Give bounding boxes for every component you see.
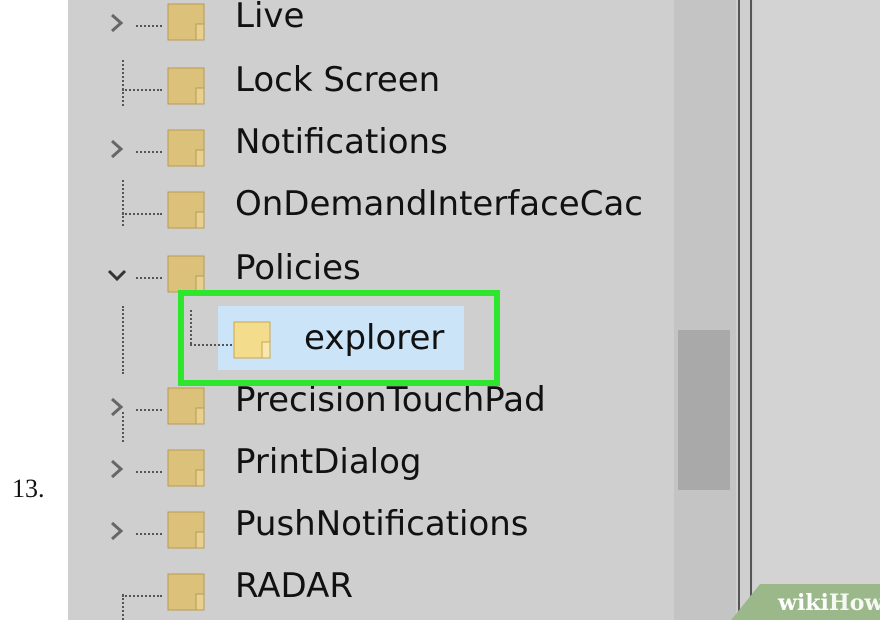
- chevron-right-icon[interactable]: [104, 518, 130, 544]
- tree-connector-line: [136, 277, 162, 279]
- tree-connector-line: [136, 25, 162, 27]
- tree-item-notifications[interactable]: Notifications: [68, 118, 678, 180]
- tree-connector-line: [122, 213, 162, 215]
- tree-item-live[interactable]: Live: [68, 0, 678, 54]
- folder-icon: [167, 573, 205, 611]
- tree-item-label: RADAR: [235, 566, 353, 606]
- pane-splitter[interactable]: [738, 0, 740, 620]
- step-number: 13.: [12, 474, 45, 503]
- tree-connector-line: [122, 89, 162, 91]
- values-pane: [754, 0, 880, 620]
- tree-item-pushnotifications[interactable]: PushNotifications: [68, 500, 678, 562]
- registry-tree-panel: Live Lock Screen Notifications OnDemandI…: [68, 0, 880, 620]
- folder-icon: [167, 67, 205, 105]
- highlight-box: [178, 290, 500, 386]
- tree-item-label: Notifications: [235, 122, 448, 162]
- tree-connector-line: [122, 595, 162, 597]
- tree-item-radar[interactable]: RADAR: [68, 562, 678, 620]
- tree-item-label: PrecisionTouchPad: [235, 380, 546, 420]
- tree-item-lock-screen[interactable]: Lock Screen: [68, 56, 678, 118]
- pane-splitter-edge: [750, 0, 752, 620]
- chevron-down-icon[interactable]: [104, 262, 130, 288]
- watermark-logo: wikiHow: [778, 590, 880, 616]
- chevron-right-icon[interactable]: [104, 456, 130, 482]
- tree-item-label: OnDemandInterfaceCac: [235, 184, 643, 224]
- tree-connector-line: [136, 471, 162, 473]
- folder-icon: [167, 191, 205, 229]
- tree-item-label: Policies: [235, 248, 361, 288]
- folder-icon: [167, 255, 205, 293]
- tree-connector-line: [136, 409, 162, 411]
- scrollbar-thumb[interactable]: [678, 330, 730, 490]
- folder-icon: [167, 449, 205, 487]
- tree-item-label: Lock Screen: [235, 60, 441, 100]
- chevron-right-icon[interactable]: [104, 394, 130, 420]
- tree-connector-line: [136, 151, 162, 153]
- folder-icon: [167, 387, 205, 425]
- tree-connector-line: [136, 533, 162, 535]
- tree-item-ondemandinterfacecache[interactable]: OnDemandInterfaceCac: [68, 180, 678, 242]
- tree-item-label: Live: [235, 0, 305, 36]
- chevron-right-icon[interactable]: [104, 10, 130, 36]
- vertical-scrollbar[interactable]: [674, 0, 736, 620]
- folder-icon: [167, 511, 205, 549]
- chevron-right-icon[interactable]: [104, 136, 130, 162]
- tree-item-label: PushNotifications: [235, 504, 529, 544]
- folder-icon: [167, 129, 205, 167]
- tree-item-label: PrintDialog: [235, 442, 422, 482]
- folder-icon: [167, 3, 205, 41]
- tree-item-printdialog[interactable]: PrintDialog: [68, 438, 678, 500]
